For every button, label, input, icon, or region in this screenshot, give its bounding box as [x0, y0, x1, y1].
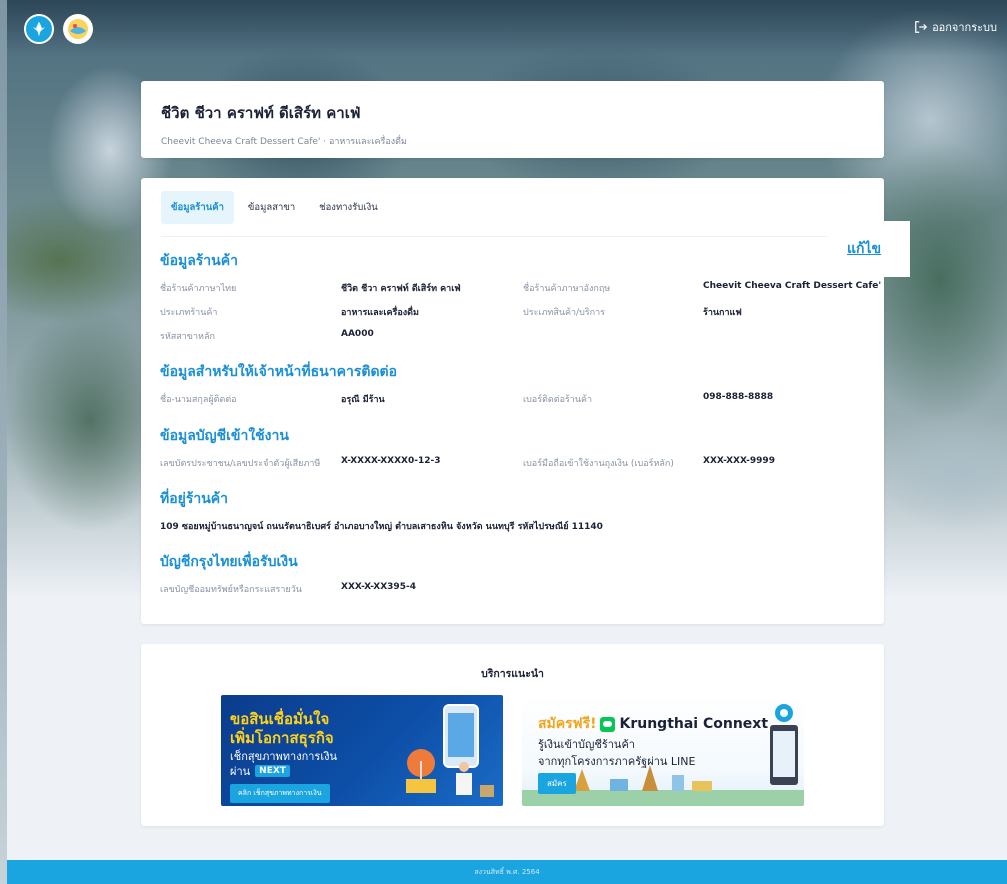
logout-icon — [915, 21, 928, 33]
section-title-bank: บัญชีกรุงไทยเพื่อรับเงิน — [160, 554, 298, 570]
field-label: เบอร์ติดต่อร้านค้า — [523, 395, 593, 405]
field-value: ชีวิต ชีวา คราฟท์ ดีเสิร์ท คาเฟ่ — [341, 284, 461, 294]
footer: สงวนสิทธิ์ พ.ศ. 2564 — [7, 860, 1007, 884]
connext-text-1: รู้เงินเข้าบัญชีร้านค้า — [538, 738, 635, 751]
phone-illustration-icon — [406, 704, 494, 797]
connext-text-2: จากทุกโครงการภาครัฐผ่าน LINE — [538, 755, 696, 768]
edit-link[interactable]: แก้ไข — [847, 238, 881, 260]
field-label: รหัสสาขาหลัก — [160, 332, 215, 342]
address-value: 109 ซอยหมู่บ้านธนาญจน์ ถนนรัตนาธิเบศร์ อ… — [160, 522, 603, 532]
connext-free-label: สมัครฟรี! — [538, 716, 597, 732]
field-value: X-XXXX-XXXX0-12-3 — [341, 456, 441, 466]
shop-subtitle: Cheevit Cheeva Craft Dessert Cafe' · อาห… — [161, 137, 407, 147]
info-row: 109 ซอยหมู่บ้านธนาญจน์ ถนนรัตนาธิเบศร์ อ… — [160, 519, 870, 533]
field-value: ร้านกาแฟ — [703, 308, 742, 318]
loan-text-via: ผ่าน — [230, 765, 251, 778]
info-row: ชื่อร้านค้าภาษาไทย ชีวิต ชีวา คราฟท์ ดีเ… — [160, 281, 881, 295]
logout-label: ออกจากระบบ — [932, 21, 997, 34]
shop-title-card: ชีวิต ชีวา คราฟท์ ดีเสิร์ท คาเฟ่ Cheevit… — [141, 81, 884, 158]
loan-banner[interactable]: ขอสินเชื่อมั่นใจ เพิ่มโอกาสธุรกิจ เช็กสุ… — [221, 695, 503, 806]
footer-copyright: สงวนสิทธิ์ พ.ศ. 2564 — [474, 868, 540, 876]
field-label: ชื่อร้านค้าภาษาไทย — [160, 284, 237, 294]
connext-brand: Krungthai Connext — [619, 716, 769, 732]
left-edge-strip — [0, 0, 7, 884]
connext-headline: สมัครฟรี! Krungthai Connext — [538, 713, 768, 735]
field-value: AA000 — [341, 329, 374, 339]
tab-bar: ข้อมูลร้านค้า ข้อมูลสาขา ช่องทางรับเงิน — [161, 178, 864, 237]
section-title-shop-info: ข้อมูลร้านค้า — [160, 253, 238, 269]
section-title-account: ข้อมูลบัญชีเข้าใช้งาน — [160, 428, 289, 444]
connext-signup-button[interactable]: สมัคร — [538, 773, 576, 794]
field-label: เบอร์มือถือเข้าใช้งานถุงเงิน (เบอร์หลัก) — [523, 459, 674, 469]
info-row: รหัสสาขาหลัก AA000 — [160, 329, 870, 343]
info-row: ชื่อ-นามสกุลผู้ติดต่อ อรุณี มีร้าน เบอร์… — [160, 392, 870, 406]
field-value: XXX-X-XX395-4 — [341, 582, 416, 592]
edit-box: แก้ไข — [827, 221, 910, 277]
field-value: อรุณี มีร้าน — [341, 395, 385, 405]
tab-shop-info[interactable]: ข้อมูลร้านค้า — [161, 190, 234, 224]
krungthai-logo-icon — [24, 14, 54, 44]
tab-branch-info[interactable]: ข้อมูลสาขา — [238, 191, 305, 224]
field-value: XXX-XXX-9999 — [703, 456, 775, 466]
tab-payment-channels[interactable]: ช่องทางรับเงิน — [309, 191, 388, 224]
section-title-address: ที่อยู่ร้านค้า — [160, 491, 229, 507]
field-label: ชื่อร้านค้าภาษาอังกฤษ — [523, 284, 611, 294]
next-app-badge: NEXT — [255, 765, 290, 777]
top-bar — [7, 0, 1007, 56]
loan-check-button[interactable]: คลิก เช็กสุขภาพทางการเงิน — [230, 784, 330, 803]
info-row: เลขบัญชีออมทรัพย์หรือกระแสรายวัน XXX-X-X… — [160, 582, 870, 596]
loan-text-2: ผ่าน NEXT — [230, 762, 290, 780]
field-label: เลขบัญชีออมทรัพย์หรือกระแสรายวัน — [160, 585, 302, 595]
field-label: ประเภทสินค้า/บริการ — [523, 308, 605, 318]
field-value: 098-888-8888 — [703, 392, 774, 402]
shop-name: ชีวิต ชีวา คราฟท์ ดีเสิร์ท คาเฟ่ — [161, 104, 361, 122]
field-label: เลขบัตรประชาชน/เลขประจำตัวผู้เสียภาษี — [160, 459, 321, 469]
connext-banner[interactable]: สมัครฟรี! Krungthai Connext รู้เงินเข้าบ… — [522, 695, 804, 806]
logout-button[interactable]: ออกจากระบบ — [914, 18, 997, 36]
field-value: Cheevit Cheeva Craft Dessert Cafe' — [703, 281, 882, 291]
field-label: ชื่อ-นามสกุลผู้ติดต่อ — [160, 395, 237, 405]
line-app-icon — [600, 716, 616, 732]
info-row: ประเภทร้านค้า อาหารและเครื่องดื่ม ประเภท… — [160, 305, 870, 319]
info-row: เลขบัตรประชาชน/เลขประจำตัวผู้เสียภาษี X-… — [160, 456, 870, 470]
shop-info-card: ข้อมูลร้านค้า ข้อมูลสาขา ช่องทางรับเงิน … — [141, 178, 884, 624]
promo-title: บริการแนะนำ — [481, 668, 544, 680]
section-title-contact: ข้อมูลสำหรับให้เจ้าหน้าที่ธนาคารติดต่อ — [160, 364, 398, 380]
field-value: อาหารและเครื่องดื่ม — [341, 308, 419, 318]
partner-logo-icon — [63, 14, 93, 44]
recommended-services-card: บริการแนะนำ ขอสินเชื่อมั่นใจ เพิ่มโอกาสธ… — [141, 644, 884, 826]
field-label: ประเภทร้านค้า — [160, 308, 218, 318]
